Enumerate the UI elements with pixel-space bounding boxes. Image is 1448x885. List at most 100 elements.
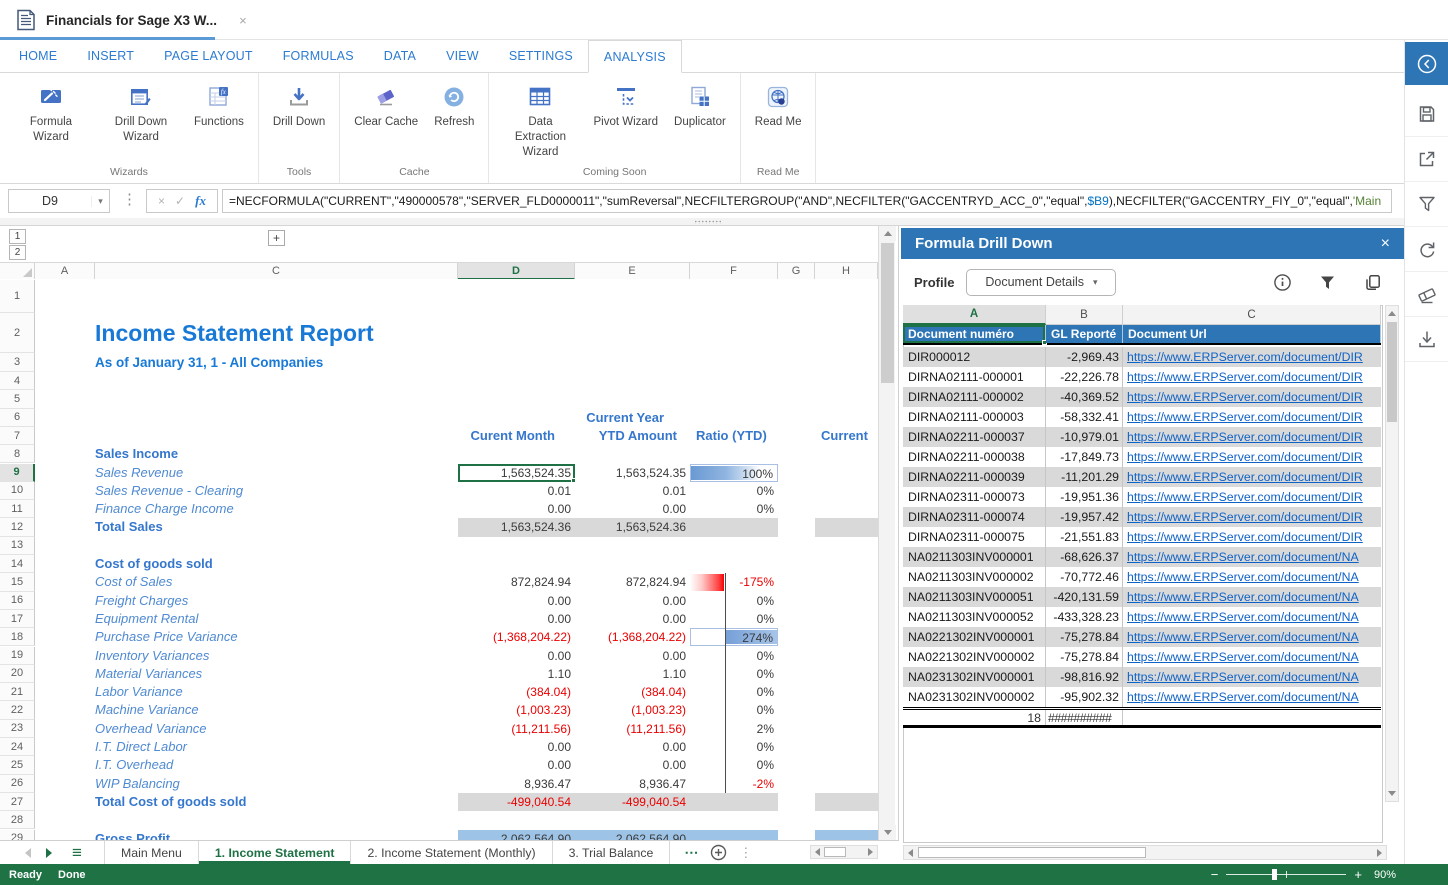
cell-H27[interactable]	[815, 793, 878, 811]
cell-A20[interactable]	[35, 665, 95, 683]
filter-icon[interactable]	[1318, 273, 1337, 292]
cell-E14[interactable]	[575, 555, 690, 573]
gl-amount-cell[interactable]: -58,332.41	[1046, 407, 1123, 427]
scroll-left-icon[interactable]	[904, 846, 917, 859]
cell-A25[interactable]	[35, 756, 95, 774]
cell-D16[interactable]: 0.00	[458, 592, 575, 610]
document-url-cell[interactable]: https://www.ERPServer.com/document/NA	[1123, 627, 1381, 647]
cell-F27[interactable]	[690, 793, 778, 811]
cell-F26[interactable]: -2%	[690, 775, 778, 793]
cell-D6[interactable]	[458, 409, 575, 427]
row-header-19[interactable]: 19	[0, 647, 35, 665]
cell-F12[interactable]	[690, 518, 778, 536]
document-number-cell[interactable]: DIRNA02111-000002	[903, 387, 1046, 407]
cell-A4[interactable]	[35, 372, 95, 390]
cell-H2[interactable]	[815, 313, 878, 353]
cell-D9[interactable]: 1,563,524.35	[458, 464, 575, 482]
cell-F19[interactable]: 0%	[690, 647, 778, 665]
gl-amount-cell[interactable]: -75,278.84	[1046, 627, 1123, 647]
cell-D19[interactable]: 0.00	[458, 647, 575, 665]
cell-C25[interactable]: I.T. Overhead	[95, 756, 458, 774]
cell-H17[interactable]	[815, 610, 878, 628]
cell-G27[interactable]	[778, 793, 815, 811]
row-header-25[interactable]: 25	[0, 756, 35, 774]
cell-H8[interactable]	[815, 445, 878, 463]
cell-G12[interactable]	[778, 518, 815, 536]
ribbon-button-functions[interactable]: fxFunctions	[186, 73, 252, 132]
cell-D1[interactable]	[458, 280, 575, 313]
cell-E18[interactable]: (1,368,204.22)	[575, 628, 690, 646]
ribbon-tab-settings[interactable]: SETTINGS	[494, 40, 588, 72]
gl-amount-cell[interactable]: -420,131.59	[1046, 587, 1123, 607]
cell-C10[interactable]: Sales Revenue - Clearing	[95, 482, 458, 500]
cell-A24[interactable]	[35, 738, 95, 756]
ribbon-button-duplicator[interactable]: Duplicator	[666, 73, 734, 132]
cell-E12[interactable]: 1,563,524.36	[575, 518, 690, 536]
document-url-link[interactable]: https://www.ERPServer.com/document/DIR	[1127, 390, 1363, 404]
cell-F13[interactable]	[690, 537, 778, 555]
document-number-cell[interactable]: NA0221302INV000001	[903, 627, 1046, 647]
cell-F22[interactable]: 0%	[690, 701, 778, 719]
cell-A22[interactable]	[35, 701, 95, 719]
row-header-14[interactable]: 14	[0, 555, 35, 573]
ribbon-button-drill-down-wizard[interactable]: Drill Down Wizard	[96, 73, 186, 147]
cell-A11[interactable]	[35, 500, 95, 518]
panel-vertical-scrollbar[interactable]	[1385, 305, 1399, 802]
document-url-link[interactable]: https://www.ERPServer.com/document/DIR	[1127, 350, 1363, 364]
cell-A16[interactable]	[35, 592, 95, 610]
cell-A18[interactable]	[35, 628, 95, 646]
document-number-cell[interactable]: NA0211303INV000001	[903, 547, 1046, 567]
document-url-link[interactable]: https://www.ERPServer.com/document/NA	[1127, 690, 1359, 704]
cell-E29[interactable]: 2,062,564.90	[575, 830, 690, 841]
gl-amount-cell[interactable]: -68,626.37	[1046, 547, 1123, 567]
cell-C5[interactable]	[95, 390, 458, 408]
cell-H23[interactable]	[815, 720, 878, 738]
name-box-caret-icon[interactable]: ▾	[91, 196, 109, 207]
cell-G22[interactable]	[778, 701, 815, 719]
sheet-tab-2-income-statement-monthly[interactable]: 2. Income Statement (Monthly)	[351, 841, 552, 864]
row-header-9[interactable]: 9	[0, 464, 35, 482]
document-url-cell[interactable]: https://www.ERPServer.com/document/NA	[1123, 567, 1381, 587]
cell-C19[interactable]: Inventory Variances	[95, 647, 458, 665]
cell-H21[interactable]	[815, 683, 878, 701]
cell-G2[interactable]	[778, 313, 815, 353]
gl-amount-cell[interactable]: -98,816.92	[1046, 667, 1123, 687]
next-sheet-icon[interactable]	[38, 841, 64, 864]
name-box[interactable]: D9 ▾	[8, 189, 110, 213]
cell-D22[interactable]: (1,003.23)	[458, 701, 575, 719]
document-url-cell[interactable]: https://www.ERPServer.com/document/DIR	[1123, 387, 1381, 407]
cell-F18[interactable]: 274%	[690, 628, 778, 646]
cell-F14[interactable]	[690, 555, 778, 573]
cell-G28[interactable]	[778, 811, 815, 829]
cell-C29[interactable]: Gross Profit	[95, 830, 458, 841]
gl-amount-cell[interactable]: -22,226.78	[1046, 367, 1123, 387]
cell-G8[interactable]	[778, 445, 815, 463]
cell-D12[interactable]: 1,563,524.36	[458, 518, 575, 536]
cell-H16[interactable]	[815, 592, 878, 610]
gl-amount-cell[interactable]: -2,969.43	[1046, 347, 1123, 367]
document-tab[interactable]: Financials for Sage X3 W... ×	[0, 0, 261, 40]
scroll-right-icon[interactable]	[864, 846, 877, 858]
cell-D8[interactable]	[458, 445, 575, 463]
cell-C8[interactable]: Sales Income	[95, 445, 458, 463]
document-url-link[interactable]: https://www.ERPServer.com/document/DIR	[1127, 450, 1363, 464]
column-header-F[interactable]: F	[690, 263, 778, 280]
cell-C14[interactable]: Cost of goods sold	[95, 555, 458, 573]
cell-C3[interactable]: As of January 31, 1 - All Companies	[95, 353, 458, 372]
select-all-corner[interactable]	[0, 263, 35, 280]
share-button[interactable]	[1405, 137, 1448, 182]
cell-E15[interactable]: 872,824.94	[575, 573, 690, 591]
cell-H6[interactable]	[815, 409, 878, 427]
cell-C6[interactable]	[95, 409, 458, 427]
cell-D5[interactable]	[458, 390, 575, 408]
row-header-7[interactable]: 7	[0, 427, 35, 445]
column-header-C[interactable]: C	[95, 263, 458, 280]
outline-level-1-button[interactable]: 1	[9, 229, 26, 244]
document-url-link[interactable]: https://www.ERPServer.com/document/DIR	[1127, 470, 1363, 484]
row-header-24[interactable]: 24	[0, 738, 35, 756]
cell-G1[interactable]	[778, 280, 815, 313]
cell-F9[interactable]: 100%	[690, 464, 778, 482]
row-header-2[interactable]: 2	[0, 313, 35, 353]
cell-A15[interactable]	[35, 573, 95, 591]
cell-F25[interactable]: 0%	[690, 756, 778, 774]
